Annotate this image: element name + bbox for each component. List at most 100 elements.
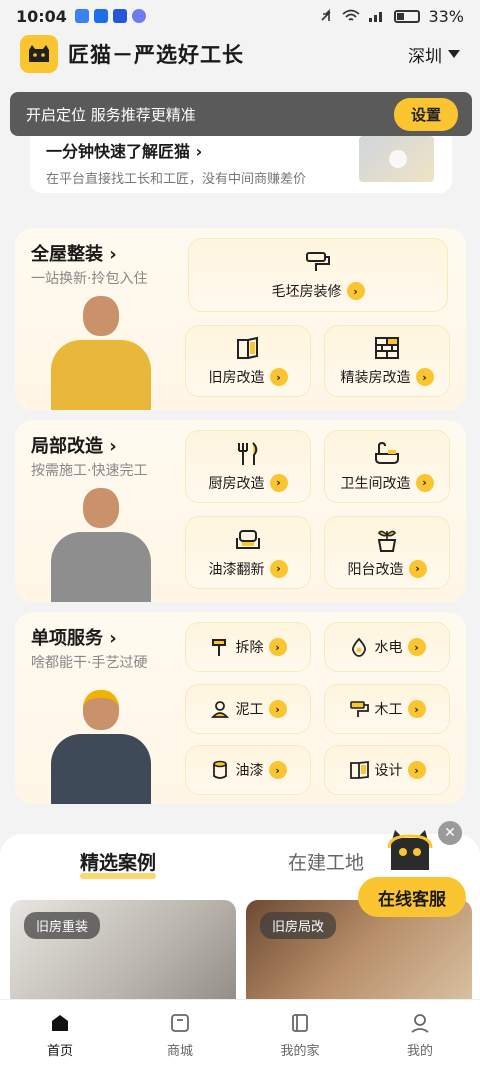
- nav-item-my-home[interactable]: 我的家: [240, 1000, 360, 1067]
- battery-icon: [394, 9, 421, 23]
- chevron-right-icon: ›: [415, 368, 434, 386]
- bathtub-icon: [372, 441, 402, 467]
- tile-bathroom[interactable]: 卫生间改造 ›: [324, 430, 450, 503]
- worker-image: [41, 488, 161, 602]
- section-partial: 局部改造 按需施工·快速完工 厨房改造› 卫生间改造› 油漆翻新› 阳台改造›: [15, 420, 466, 602]
- tile-carpentry[interactable]: 木工 ›: [324, 684, 450, 734]
- chevron-right-icon: ›: [269, 473, 288, 492]
- tile-label: 卫生间改造: [340, 475, 411, 492]
- close-icon[interactable]: ✕: [438, 821, 462, 845]
- tile-label: 毛坯房装修: [271, 284, 342, 300]
- tile-balcony[interactable]: 阳台改造 ›: [324, 516, 450, 589]
- section-subtitle: 啥都能干·手艺过硬: [31, 655, 148, 671]
- battery-percent: 33%: [428, 6, 464, 26]
- tile-label: 精装房改造: [340, 370, 411, 386]
- section-title[interactable]: 局部改造: [31, 432, 117, 458]
- section-title[interactable]: 全屋整装: [31, 240, 117, 266]
- tile-label: 旧房改造: [208, 370, 265, 386]
- case-tag: 旧房局改: [260, 912, 337, 939]
- wifi-icon: [342, 9, 361, 21]
- tile-masonry[interactable]: 泥工 ›: [185, 684, 311, 734]
- tile-old-house[interactable]: 旧房改造 ›: [185, 325, 311, 397]
- city-label: 深圳: [408, 46, 442, 67]
- tab-featured-cases[interactable]: 精选案例: [80, 848, 157, 879]
- city-selector[interactable]: 深圳: [408, 42, 460, 67]
- video-thumbnail[interactable]: [359, 136, 434, 182]
- tile-label: 阳台改造: [347, 561, 404, 578]
- bricks-icon: [372, 335, 402, 361]
- notification-icon: [74, 9, 89, 23]
- chevron-right-icon: ›: [407, 638, 426, 656]
- tile-plumbing-electric[interactable]: 水电 ›: [324, 622, 450, 672]
- book-icon: [349, 760, 369, 780]
- chevron-right-icon: ›: [408, 559, 427, 578]
- section-title[interactable]: 单项服务: [31, 624, 117, 650]
- cat-logo-icon: [20, 35, 58, 73]
- tile-label: 设计: [374, 763, 403, 779]
- brand-title: 匠猫－严选好工长: [68, 43, 244, 67]
- toast-text: 开启定位 服务推荐更精准: [26, 105, 196, 124]
- mute-icon: [321, 9, 332, 21]
- nav-label: 商城: [166, 1044, 193, 1059]
- nav-label: 我的家: [280, 1044, 320, 1059]
- settings-button[interactable]: 设置: [393, 97, 458, 131]
- water-drop-icon: [349, 637, 369, 657]
- notification-icon: [131, 9, 146, 23]
- tile-fine-house[interactable]: 精装房改造 ›: [324, 325, 450, 397]
- tile-rough-house[interactable]: 毛坯房装修 ›: [188, 238, 448, 312]
- chevron-right-icon: ›: [269, 559, 288, 578]
- tile-demolition[interactable]: 拆除 ›: [185, 622, 311, 672]
- app-header: 匠猫－严选好工长 深圳: [0, 32, 480, 76]
- worker-image: [41, 296, 161, 410]
- caret-down-icon: [448, 50, 460, 58]
- person-icon: [210, 699, 230, 719]
- status-time: 10:04: [16, 6, 67, 26]
- nav-item-home[interactable]: 首页: [0, 1000, 120, 1067]
- shop-icon: [171, 1014, 189, 1032]
- tile-label: 拆除: [235, 640, 264, 656]
- location-toast: 开启定位 服务推荐更精准 设置: [10, 92, 472, 136]
- chevron-right-icon: ›: [268, 761, 287, 779]
- case-card[interactable]: 旧房重装: [10, 900, 236, 1010]
- home-icon: [52, 1015, 68, 1031]
- section-subtitle: 一站换新·拎包入住: [31, 271, 148, 287]
- tile-label: 厨房改造: [208, 475, 265, 492]
- tile-label: 木工: [374, 702, 403, 718]
- tile-label: 水电: [374, 640, 403, 656]
- nav-item-profile[interactable]: 我的: [360, 1000, 480, 1067]
- tab-construction-sites[interactable]: 在建工地: [288, 848, 364, 875]
- tile-design[interactable]: 设计 ›: [324, 745, 450, 795]
- tile-paint-service[interactable]: 油漆 ›: [185, 745, 311, 795]
- customer-service-button[interactable]: 在线客服: [358, 877, 466, 917]
- tile-label: 泥工: [235, 702, 264, 718]
- chevron-right-icon: ›: [407, 761, 426, 779]
- fork-knife-icon: [233, 441, 263, 467]
- tile-label: 油漆: [235, 763, 264, 779]
- intro-banner[interactable]: 一分钟快速了解匠猫 › 在平台直接找工长和工匠，没有中间商赚差价: [30, 128, 452, 193]
- play-icon: [389, 150, 407, 168]
- chevron-right-icon: ›: [415, 473, 434, 492]
- paint-roller-icon: [303, 249, 333, 275]
- case-tag: 旧房重装: [24, 912, 101, 939]
- profile-icon: [411, 1014, 429, 1033]
- nav-label: 我的: [406, 1044, 433, 1059]
- chevron-right-icon: ›: [407, 700, 426, 718]
- nav-label: 首页: [46, 1044, 73, 1059]
- hammer-icon: [210, 637, 230, 657]
- chevron-right-icon: ›: [269, 368, 288, 386]
- cat-mascot-icon[interactable]: [385, 826, 435, 876]
- roller-icon: [349, 699, 369, 719]
- plant-pot-icon: [372, 527, 402, 553]
- chevron-right-icon: ›: [268, 700, 287, 718]
- old-house-icon: [233, 335, 263, 361]
- notification-icon: [93, 9, 108, 23]
- chevron-right-icon: ›: [268, 638, 287, 656]
- tile-kitchen[interactable]: 厨房改造 ›: [185, 430, 311, 503]
- paint-bucket-icon: [210, 760, 230, 780]
- nav-item-shop[interactable]: 商城: [120, 1000, 240, 1067]
- chevron-right-icon: ›: [346, 282, 365, 300]
- tile-paint[interactable]: 油漆翻新 ›: [185, 516, 311, 589]
- status-bar: 10:04 33%: [0, 0, 480, 32]
- signal-icon: [369, 12, 383, 22]
- house-doc-icon: [292, 1014, 308, 1032]
